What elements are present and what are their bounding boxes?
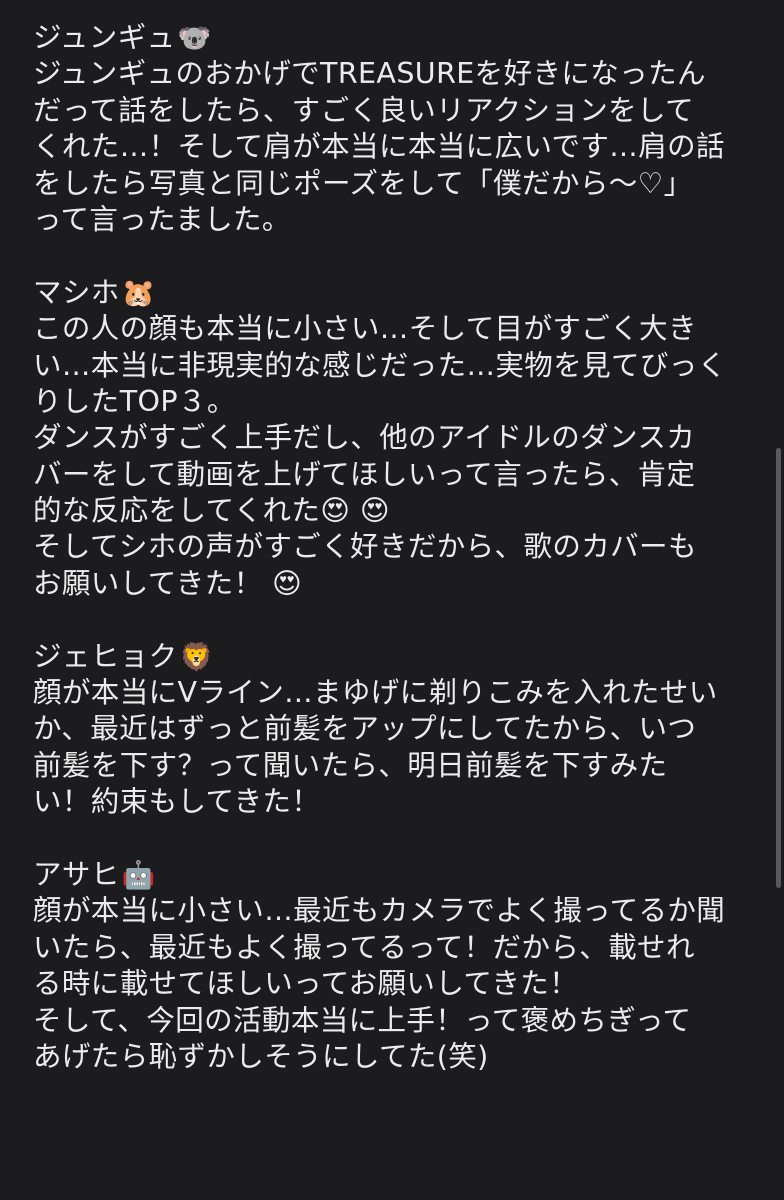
text-line: くれた…！そして肩が本当に本当に広いです…肩の話 [33, 130, 725, 164]
scrollbar-thumb[interactable] [776, 448, 781, 888]
text-line: 的な反応をしてくれた😍 😍 [33, 494, 390, 528]
text-line: か、最近はずっと前髪をアップにしてたから、いつ [33, 712, 697, 746]
text-line: る時に載せてほしいってお願いしてきた！ [33, 967, 579, 1001]
text-line: い…本当に非現実的な感じだった…実物を見てびっく [33, 348, 727, 382]
text-line: 顔が本当に小さい…最近もカメラでよく撮ってるか聞 [33, 894, 726, 928]
text-line: ジュンギュのおかげでTREASUREを好きになったん [33, 57, 706, 91]
member-header: ジュンギュ🐨 [33, 20, 758, 56]
robot-emoji-icon: 🤖 [121, 859, 156, 891]
member-header: ジェヒョク🦁 [33, 639, 758, 675]
text-line: この人の顔も本当に小さい…そして目がすごく大き [33, 312, 697, 346]
text-line: だって話をしたら、すごく良いリアクションをして [33, 93, 694, 127]
text-line: って言ったました。 [33, 202, 291, 236]
member-section-asahi: アサヒ🤖 顔が本当に小さい…最近もカメラでよく撮ってるか聞 いたら、最近もよく撮… [33, 857, 758, 1075]
member-header: アサヒ🤖 [33, 857, 758, 893]
text-line: ダンスがすごく上手だし、他のアイドルのダンスカ [33, 421, 696, 455]
member-header: マシホ🐹 [33, 275, 758, 311]
note-body: ジュンギュ🐨 ジュンギュのおかげでTREASUREを好きになったん だって話をし… [33, 20, 758, 1075]
member-section-jaehyuk: ジェヒョク🦁 顔が本当にVライン…まゆげに剃りこみを入れたせい か、最近はずっと… [33, 639, 758, 821]
member-name: アサヒ [33, 857, 120, 891]
scrollbar[interactable] [776, 0, 784, 1200]
member-name: ジェヒョク [33, 639, 178, 673]
text-line: お願いしてきた！ 😍 [33, 566, 303, 600]
member-section-mashiho: マシホ🐹 この人の顔も本当に小さい…そして目がすごく大き い…本当に非現実的な感… [33, 275, 758, 603]
text-line: そして、今回の活動本当に上手！って褒めちぎって [33, 1003, 692, 1037]
text-line: りしたTOP３。 [33, 384, 236, 418]
lion-emoji-icon: 🦁 [179, 641, 214, 673]
text-line: 前髪を下す？って聞いたら、明日前髪を下すみた [33, 748, 668, 782]
text-line: そしてシホの声がすごく好きだから、歌のカバーも [33, 530, 697, 564]
text-line: をしたら写真と同じポーズをして「僕だから〜♡」 [33, 166, 693, 200]
koala-emoji-icon: 🐨 [177, 23, 212, 54]
member-name: マシホ [33, 275, 120, 309]
text-line: いたら、最近もよく撮ってるって！だから、載せれ [33, 930, 695, 964]
text-line: あげたら恥ずかしそうにしてた(笑) [33, 1039, 489, 1073]
text-line: い！約束もしてきた！ [33, 785, 321, 819]
text-line: 顔が本当にVライン…まゆげに剃りこみを入れたせい [33, 676, 718, 710]
hamster-emoji-icon: 🐹 [121, 277, 156, 309]
text-line: バーをして動画を上げてほしいって言ったら、肯定 [33, 457, 696, 491]
member-name: ジュンギュ [33, 21, 176, 54]
member-section-junkyu: ジュンギュ🐨 ジュンギュのおかげでTREASUREを好きになったん だって話をし… [33, 20, 758, 238]
